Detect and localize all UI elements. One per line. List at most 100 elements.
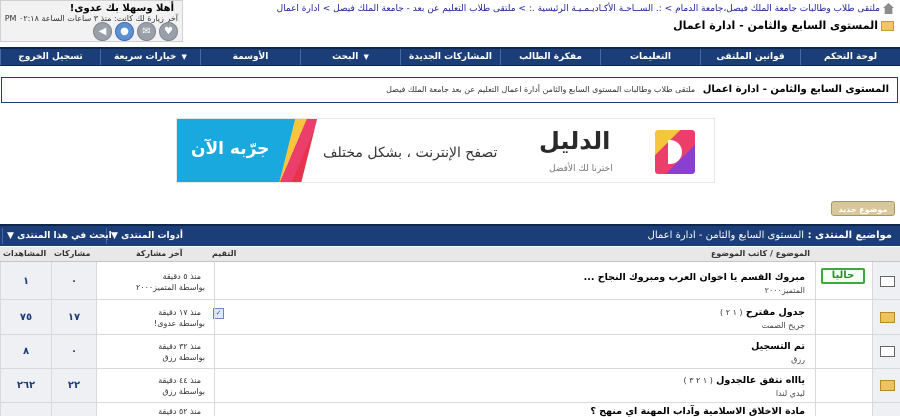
- thread-status: حاليا: [815, 262, 872, 299]
- views-count: [0, 403, 51, 416]
- dropdown-arrow-icon: ▼: [7, 231, 14, 241]
- last-post-time: منذ ٣٢ دقيقة: [158, 342, 201, 351]
- col-views[interactable]: المشاهدات: [3, 249, 46, 258]
- last-post-time: منذ ٤٤ دقيقة: [158, 376, 201, 385]
- ad-brand: الدليل: [539, 127, 611, 155]
- folder-icon: [881, 21, 894, 31]
- hot-folder-icon: [880, 380, 895, 391]
- last-post-author[interactable]: بواسطة المتميز٢٠٠٠: [136, 283, 205, 292]
- last-post-time: منذ ٥٢ دقيقة: [158, 407, 201, 416]
- last-post: منذ ٤٤ دقيقة بواسطة رزق: [96, 369, 209, 402]
- thread-status: [815, 369, 872, 402]
- home-icon[interactable]: [883, 3, 894, 14]
- new-thread-button[interactable]: موضوع جديد: [831, 201, 895, 216]
- breadcrumb: ملتقى طلاب وطالبات جامعة الملك فيصل،جامع…: [194, 3, 894, 43]
- live-badge: حاليا: [821, 268, 865, 284]
- thread-row: ١ ٠ منذ ٥ دقيقة بواسطة المتميز٢٠٠٠ مبروك…: [0, 262, 900, 300]
- thread-row: منذ ٥٢ دقيقة مادة الاخلاق الاسلامية وآدا…: [0, 403, 900, 417]
- replies-count[interactable]: ٢٢: [51, 369, 96, 402]
- last-post-author[interactable]: بواسطة عدوى!: [154, 319, 205, 328]
- thread-title[interactable]: مادة الاخلاق الاسلامية وآداب المهنة اي م…: [590, 406, 805, 417]
- thread-author[interactable]: رزق: [791, 355, 805, 364]
- threads-header: مواضيع المنتدى : المستوى السابع والثامن …: [0, 224, 900, 246]
- threads-header-forum: المستوى السابع والثامن - ادارة اعمال: [647, 230, 805, 241]
- thread-icon-cell: [872, 262, 900, 299]
- thread-title[interactable]: ياااه نتفق عالجدول ( ١ ٢ ٣ ): [684, 375, 805, 386]
- thread-row: ٧٥ ١٧ منذ ١٧ دقيقة بواسطة عدوى! ✓ جدول م…: [0, 300, 900, 335]
- ad-banner[interactable]: جرّبه الآن تصفح الإنترنت ، بشكل مختلف ال…: [176, 118, 715, 183]
- thread-author[interactable]: ليدي لندا: [776, 389, 805, 398]
- dropdown-arrow-icon: ▼: [181, 53, 187, 61]
- thread-topic: جدول مقترح ( ١ ٢ ) جريح الصمت: [214, 300, 815, 334]
- nav-student-calendar[interactable]: مفكرة الطالب: [500, 49, 600, 65]
- thread-title[interactable]: مبروك القسم يا اخوان العرب ومبروك النجاح…: [584, 272, 805, 283]
- replies-count[interactable]: ١٧: [51, 300, 96, 334]
- thread-icon-cell: [872, 369, 900, 402]
- thread-status: [815, 335, 872, 368]
- last-post: منذ ٣٢ دقيقة بواسطة رزق: [96, 335, 209, 368]
- thread-pages[interactable]: ( ١ ٢ ٣ ): [684, 376, 713, 385]
- main-navbar: لوحة التحكم قوانين الملتقى التعليمات مفك…: [0, 47, 900, 66]
- nav-faq[interactable]: التعليمات: [600, 49, 700, 65]
- replies-count[interactable]: ٠: [51, 262, 96, 299]
- thread-icon-cell: [872, 403, 900, 416]
- threads-header-label: مواضيع المنتدى :: [807, 230, 892, 241]
- replies-count[interactable]: [51, 403, 96, 416]
- thread-title[interactable]: تم التسجيل: [751, 341, 805, 352]
- ad-subtitle: اخترنا لك الأفضل: [549, 164, 613, 174]
- nav-control-panel[interactable]: لوحة التحكم: [800, 49, 900, 65]
- nav-badges[interactable]: الأوسمة: [200, 49, 300, 65]
- last-post: منذ ٥٢ دقيقة: [96, 403, 209, 416]
- page-header: أهلا وسهلا بك عدوى! آخر زيارة لك كانت: م…: [0, 0, 900, 44]
- thread-status: [815, 300, 872, 334]
- views-count: ٨: [0, 335, 51, 368]
- thread-topic: ياااه نتفق عالجدول ( ١ ٢ ٣ ) ليدي لندا: [214, 369, 815, 402]
- welcome-panel: أهلا وسهلا بك عدوى! آخر زيارة لك كانت: م…: [0, 0, 183, 42]
- nav-quick-options[interactable]: خيارات سريعة ▼: [100, 49, 200, 65]
- last-post-time: منذ ٥ دقيقة: [162, 272, 201, 281]
- thread-topic: مادة الاخلاق الاسلامية وآداب المهنة اي م…: [214, 403, 815, 417]
- thread-row: ٨ ٠ منذ ٣٢ دقيقة بواسطة رزق تم التسجيل ر…: [0, 335, 900, 369]
- profile-icon[interactable]: ●: [115, 22, 134, 41]
- forum-description: ملتقى طلاب وطالبات المستوى السابع والثام…: [386, 85, 696, 94]
- views-count: ٧٥: [0, 300, 51, 334]
- thread-icon-cell: [872, 300, 900, 334]
- forum-tools-menu[interactable]: أدوات المنتدى ▼: [106, 228, 187, 244]
- dropdown-arrow-icon: ▼: [363, 53, 369, 61]
- col-replies[interactable]: مشاركات: [54, 249, 90, 258]
- nav-forum-rules[interactable]: قوانين الملتقى: [700, 49, 800, 65]
- user-icons: ◀ ● ✉ ♥: [93, 22, 178, 41]
- views-count: ١: [0, 262, 51, 299]
- ad-tagline: تصفح الإنترنت ، بشكل مختلف: [323, 145, 498, 161]
- search-forum-menu[interactable]: ابحث في هذا المنتدى ▼: [2, 228, 116, 244]
- back-arrow-icon[interactable]: ◀: [93, 22, 112, 41]
- forum-title: المستوى السابع والثامن - ادارة اعمال: [702, 84, 889, 95]
- thread-topic: مبروك القسم يا اخوان العرب ومبروك النجاح…: [214, 262, 815, 299]
- envelope-icon: [880, 346, 895, 357]
- thread-author[interactable]: المتميز٢٠٠٠: [765, 286, 805, 295]
- replies-count[interactable]: ٠: [51, 335, 96, 368]
- col-topic[interactable]: الموضوع / كاتب الموضوع: [711, 249, 810, 258]
- messages-icon[interactable]: ✉: [137, 22, 156, 41]
- last-post-time: منذ ١٧ دقيقة: [158, 308, 201, 317]
- thread-title[interactable]: جدول مقترح ( ١ ٢ ): [720, 307, 805, 318]
- column-headers: الموضوع / كاتب الموضوع التقيم آخر مشاركة…: [0, 247, 900, 262]
- last-post-author[interactable]: بواسطة رزق: [162, 387, 205, 396]
- nav-logout[interactable]: تسجيل الخروج: [0, 49, 100, 65]
- thread-pages[interactable]: ( ١ ٢ ): [720, 308, 742, 317]
- nav-search[interactable]: البحث ▼: [300, 49, 400, 65]
- thread-author[interactable]: جريح الصمت: [762, 321, 805, 330]
- nav-new-posts[interactable]: المشاركات الجديدة: [400, 49, 500, 65]
- last-post: منذ ٥ دقيقة بواسطة المتميز٢٠٠٠: [96, 262, 209, 299]
- forum-title-box: المستوى السابع والثامن - ادارة اعمال ملت…: [1, 77, 898, 103]
- thread-icon-cell: [872, 335, 900, 368]
- last-post-author[interactable]: بواسطة رزق: [162, 353, 205, 362]
- favorite-icon[interactable]: ♥: [159, 22, 178, 41]
- thread-topic: تم التسجيل رزق: [214, 335, 815, 368]
- col-rating[interactable]: التقيم: [212, 249, 236, 258]
- breadcrumb-links[interactable]: ملتقى طلاب وطالبات جامعة الملك فيصل،جامع…: [277, 4, 880, 14]
- hot-folder-icon: [880, 312, 895, 323]
- col-last-post[interactable]: آخر مشاركة: [136, 249, 182, 258]
- last-post: منذ ١٧ دقيقة بواسطة عدوى!: [96, 300, 209, 334]
- ad-cta-text[interactable]: جرّبه الآن: [191, 139, 269, 159]
